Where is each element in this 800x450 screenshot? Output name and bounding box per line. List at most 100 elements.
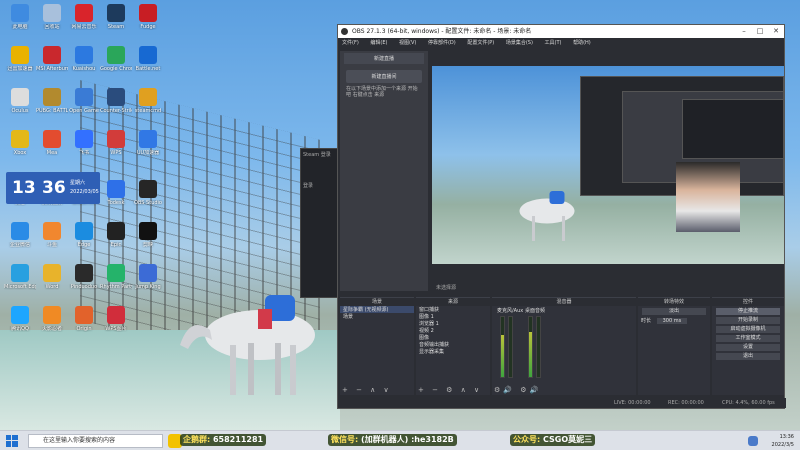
desktop-icon[interactable]: Pinduoduo <box>68 264 100 298</box>
system-clock[interactable]: 13:36 2022/3/5 <box>734 433 794 449</box>
menu-tools[interactable]: 工具(T) <box>545 40 562 46</box>
desktop-icon[interactable]: Battle.net <box>132 46 164 80</box>
desktop-icon[interactable]: Fudge <box>132 4 164 38</box>
obs-left-pane: 新建直播 新建直播间 在以下场景中添加一个来源 开始吧 右键点击 来源 <box>340 51 428 291</box>
desktop-icon[interactable]: Origin <box>68 306 100 340</box>
scene-item[interactable]: 星际争霸 (无视频源) <box>340 306 414 313</box>
left-pane-hint: 在以下场景中添加一个来源 开始吧 右键点击 来源 <box>346 86 418 98</box>
background-window[interactable]: Steam 登录 登录 <box>300 148 340 298</box>
windows-start-icon[interactable] <box>6 435 18 447</box>
source-item[interactable]: 图像 1 <box>416 313 490 320</box>
desktop-icon[interactable]: 网易云音乐 <box>68 4 100 38</box>
desktop-icon[interactable]: 迅雷加速器 <box>4 46 36 80</box>
menu-file[interactable]: 文件(F) <box>342 40 359 46</box>
menu-scene-collection[interactable]: 场景集合(S) <box>506 40 533 46</box>
source-item[interactable]: 显示器采集 <box>416 348 490 355</box>
app-icon <box>75 306 93 324</box>
desktop-icon-label: Rhythm Party <box>100 284 132 290</box>
menu-view[interactable]: 视图(V) <box>399 40 416 46</box>
desktop-icon[interactable]: Todesk <box>100 180 132 214</box>
cpu-fps: CPU: 4.4%, 60.00 fps <box>722 400 775 406</box>
obs-titlebar[interactable]: OBS 27.1.3 (64-bit, windows) - 配置文件: 未命名… <box>338 25 784 38</box>
app-icon <box>43 4 61 22</box>
start-recording-button[interactable]: 开始录制 <box>716 317 780 324</box>
menu-profile[interactable]: 配置文件(P) <box>467 40 494 46</box>
desktop-icon[interactable]: 火影忍者 <box>36 306 68 340</box>
transitions-header: 转场特效 <box>638 298 710 306</box>
live-timer: LIVE: 00:00:00 <box>614 400 651 406</box>
app-icon <box>139 4 157 22</box>
desktop-icon[interactable]: WPS <box>100 130 132 164</box>
duration-input[interactable]: 300 ms <box>656 318 688 324</box>
desktop-icon-label: steamcmd <box>134 108 162 114</box>
virtual-camera-button[interactable]: 启动虚拟摄像机 <box>716 326 780 333</box>
desktop-icon[interactable]: UU加速器 <box>132 130 164 164</box>
source-item[interactable]: 音频输出捕获 <box>416 341 490 348</box>
maximize-icon[interactable]: □ <box>752 25 768 38</box>
desktop-icon-label: Epic <box>110 242 122 248</box>
desktop-icon[interactable]: PUBG: BATTLEGROUNDS <box>36 88 68 122</box>
desktop-icon[interactable]: Word <box>36 264 68 298</box>
exit-button[interactable]: 退出 <box>716 353 780 360</box>
obs-logo-icon <box>341 28 348 35</box>
desktop-icon[interactable]: Jump King <box>132 264 164 298</box>
desktop-icon[interactable]: Xbox <box>4 130 36 164</box>
clock-hour: 13 <box>12 178 36 198</box>
desktop-icon[interactable]: Oculus <box>4 88 36 122</box>
desktop-volume-slider[interactable] <box>536 316 541 378</box>
desktop-icon-label: 企业微信 <box>9 242 30 248</box>
scene-item[interactable]: 场景 <box>340 313 414 320</box>
source-toolbar: 未选择源 <box>432 283 784 293</box>
source-item[interactable]: 浏览器 1 <box>416 320 490 327</box>
mixer-channel-desktop-label: 桌面音频 <box>525 308 546 314</box>
controls-dock: 控件 停止推流 开始录制 启动虚拟摄像机 工作室模式 设置 退出 <box>712 297 784 395</box>
desktop-icon[interactable]: 斗鱼 <box>36 222 68 256</box>
sources-toolbar[interactable]: + − ⚙ ∧ ∨ <box>418 386 482 394</box>
mic-volume-slider[interactable] <box>508 316 513 378</box>
desktop-icon[interactable]: MSI Afterburner <box>36 46 68 80</box>
desktop-icon[interactable]: WPS图片 <box>100 306 132 340</box>
desktop-icon[interactable]: 回收站 <box>36 4 68 38</box>
app-icon <box>11 306 29 324</box>
obs-menubar: 文件(F) 编辑(E) 视图(V) 停靠部件(D) 配置文件(P) 场景集合(S… <box>338 38 784 49</box>
desktop-icon[interactable]: Counter-Strike <box>100 88 132 122</box>
obs-window[interactable]: OBS 27.1.3 (64-bit, windows) - 配置文件: 未命名… <box>337 24 786 409</box>
scenes-toolbar[interactable]: + − ∧ ∨ <box>342 386 392 394</box>
transition-select[interactable]: 淡出 <box>642 308 706 315</box>
desktop-icon[interactable]: 剪映 <box>132 222 164 256</box>
settings-button[interactable]: 设置 <box>716 344 780 351</box>
desktop-icon[interactable]: 飞书 <box>68 130 100 164</box>
desktop-icon[interactable]: 企业微信 <box>4 222 36 256</box>
desktop-icon[interactable]: 腾讯QQ <box>4 306 36 340</box>
source-item[interactable]: 视频 2 <box>416 327 490 334</box>
menu-edit[interactable]: 编辑(E) <box>370 40 387 46</box>
desktop-icon[interactable]: 此电脑 <box>4 4 36 38</box>
studio-mode-button[interactable]: 工作室模式 <box>716 335 780 342</box>
desktop-icon[interactable]: Kuaishou <box>68 46 100 80</box>
desktop-icon[interactable]: Epic <box>100 222 132 256</box>
desktop-icon[interactable]: Rhythm Party <box>100 264 132 298</box>
stop-streaming-button[interactable]: 停止推流 <box>716 308 780 315</box>
new-live-room-button[interactable]: 新建直播间 <box>346 70 422 83</box>
source-item[interactable]: 图像 <box>416 334 490 341</box>
menu-docks[interactable]: 停靠部件(D) <box>428 40 456 46</box>
obs-preview[interactable] <box>432 66 784 264</box>
desktop-icon[interactable]: Microsoft Edge <box>4 264 36 298</box>
desktop-icon[interactable]: steamcmd <box>132 88 164 122</box>
desktop-icon[interactable]: Open Game <box>68 88 100 122</box>
close-icon[interactable]: ✕ <box>768 25 784 38</box>
minimize-icon[interactable]: – <box>736 25 752 38</box>
source-item[interactable]: 窗口捕获 <box>416 306 490 313</box>
menu-help[interactable]: 帮助(H) <box>573 40 591 46</box>
desktop-icon[interactable]: Edge <box>68 222 100 256</box>
desktop-icon[interactable]: Mea <box>36 130 68 164</box>
preview-horse-image <box>519 191 575 241</box>
tab-new-live[interactable]: 新建直播 <box>344 53 424 64</box>
desktop-icon[interactable]: Steam <box>100 4 132 38</box>
desktop-volume-meter <box>528 316 533 378</box>
taskbar-search-input[interactable]: 在这里输入你要搜索的内容 <box>28 434 163 448</box>
mixer-mute-icons[interactable]: ⚙🔊 ⚙🔊 <box>494 386 541 394</box>
overlay-value: 658211281 <box>212 435 264 444</box>
desktop-icon[interactable]: Google Chrome <box>100 46 132 80</box>
desktop-icon[interactable]: OBS Studio <box>132 180 164 214</box>
